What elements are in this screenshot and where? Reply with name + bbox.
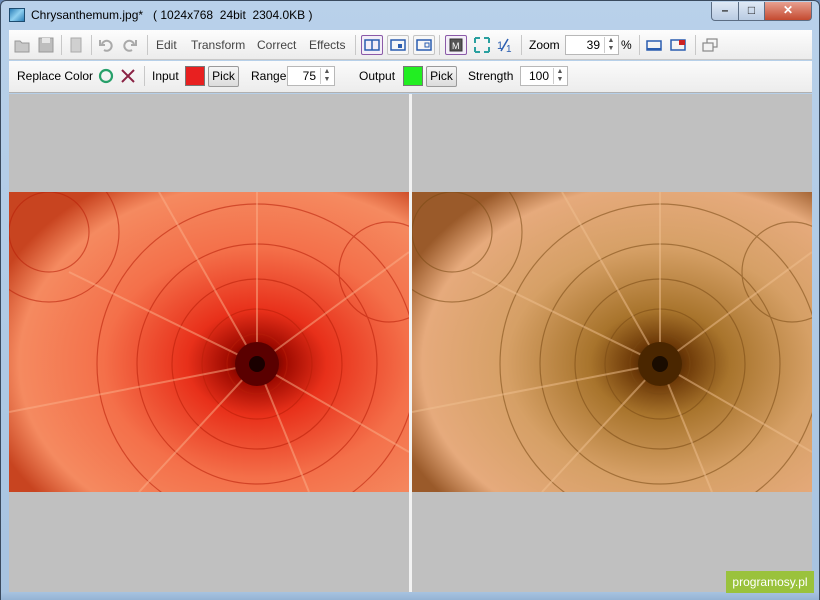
toolbar-separator [144, 66, 145, 86]
undo-icon[interactable] [97, 36, 115, 54]
strength-input[interactable]: 100 ▲ ▼ [520, 66, 568, 86]
range-spinner[interactable]: ▲ ▼ [320, 68, 333, 84]
view-fit-icon [416, 39, 432, 51]
toolbar-separator [61, 35, 62, 55]
watermark: programosy.pl [726, 571, 814, 593]
close-icon: ✕ [782, 3, 794, 17]
input-color-swatch[interactable] [185, 66, 205, 86]
split-divider[interactable] [409, 94, 412, 592]
open-icon[interactable] [13, 36, 31, 54]
svg-text:M: M [452, 41, 460, 51]
cancel-icon[interactable] [119, 67, 137, 85]
maximize-icon: □ [747, 3, 756, 17]
output-color-swatch[interactable] [403, 66, 423, 86]
ratio-icon[interactable]: 11 [495, 36, 513, 55]
original-image [9, 192, 409, 492]
zoom-label: Zoom [529, 38, 560, 52]
view-fit-button[interactable] [413, 35, 435, 55]
toolbar-separator [521, 35, 522, 55]
range-value: 75 [302, 69, 316, 83]
view-single-button[interactable] [387, 35, 409, 55]
svg-text:1: 1 [506, 44, 512, 54]
zoom-input[interactable]: 39 ▲ ▼ [565, 35, 619, 55]
app-window: Chrysanthemum.jpg* ( 1024x768 24bit 2304… [0, 0, 820, 600]
view-split-icon [364, 39, 380, 51]
strength-value: 100 [528, 69, 549, 83]
zoom-spinner[interactable]: ▲ ▼ [604, 37, 617, 53]
toolbar-separator [439, 35, 440, 55]
window-title: Chrysanthemum.jpg* ( 1024x768 24bit 2304… [31, 8, 313, 22]
menu-edit[interactable]: Edit [156, 38, 177, 52]
strength-label: Strength [468, 69, 514, 83]
app-icon [9, 8, 25, 22]
zoom-value: 39 [586, 38, 600, 52]
page-icon[interactable] [67, 36, 85, 54]
menu-transform[interactable]: Transform [191, 38, 245, 52]
toolbar-separator [91, 35, 92, 55]
minimize-icon: – [721, 3, 729, 17]
toolbar-separator [355, 35, 356, 55]
actual-size-icon: M [449, 38, 463, 52]
image-viewport[interactable] [9, 94, 812, 592]
title-bar[interactable]: Chrysanthemum.jpg* ( 1024x768 24bit 2304… [1, 1, 819, 29]
toolbar-separator [639, 35, 640, 55]
apply-icon[interactable] [97, 67, 115, 85]
save-icon[interactable] [37, 36, 55, 54]
copy-windows-icon[interactable] [701, 36, 719, 54]
input-pick-button[interactable]: Pick [208, 66, 239, 87]
minimize-button[interactable]: – [711, 2, 739, 21]
menu-effects[interactable]: Effects [309, 38, 345, 52]
window-icon[interactable] [669, 36, 687, 54]
close-button[interactable]: ✕ [764, 2, 812, 21]
input-label: Input [152, 69, 179, 83]
tool-label: Replace Color [17, 69, 94, 83]
view-single-icon [390, 39, 406, 51]
main-toolbar: Edit Transform Correct Effects M 11 Zoom… [9, 30, 812, 60]
range-input[interactable]: 75 ▲ ▼ [287, 66, 335, 86]
maximize-button[interactable]: □ [738, 2, 765, 21]
output-pick-button[interactable]: Pick [426, 66, 457, 87]
actual-size-button[interactable]: M [445, 35, 467, 55]
strength-spinner[interactable]: ▲ ▼ [553, 68, 566, 84]
output-label: Output [359, 69, 396, 83]
replace-color-toolbar: Replace Color Input Pick Range 75 ▲ ▼ Out… [9, 61, 812, 93]
view-split-button[interactable] [361, 35, 383, 55]
menu-correct[interactable]: Correct [257, 38, 296, 52]
fit-window-icon[interactable] [473, 36, 491, 54]
toolbar-separator [147, 35, 148, 55]
redo-icon[interactable] [121, 36, 139, 54]
fullscreen-icon[interactable] [645, 36, 663, 54]
window-bottom-frame [1, 592, 819, 600]
preview-image [412, 192, 812, 492]
range-label: Range [251, 69, 287, 83]
zoom-unit: % [621, 38, 632, 52]
toolbar-separator [695, 35, 696, 55]
